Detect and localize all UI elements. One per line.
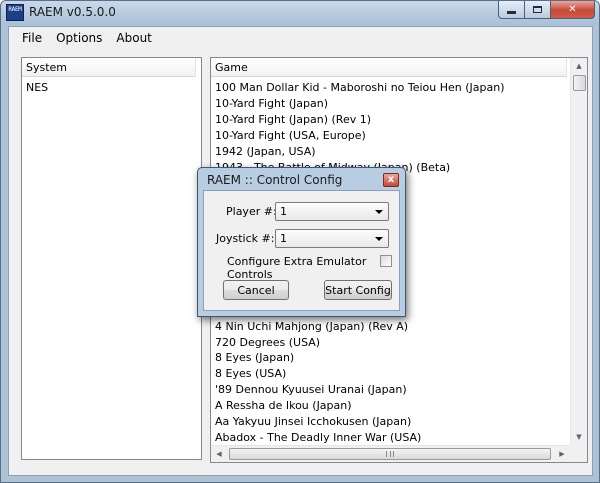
close-button[interactable]: ✕ <box>551 1 595 19</box>
horizontal-scroll-thumb[interactable] <box>229 448 551 460</box>
chevron-down-icon <box>375 237 383 241</box>
joystick-select-value: 1 <box>280 232 287 245</box>
minimize-button[interactable] <box>498 1 525 19</box>
system-list[interactable]: System NES <box>21 57 202 460</box>
cancel-button[interactable]: Cancel <box>223 280 289 300</box>
player-select[interactable]: 1 <box>275 202 389 221</box>
table-row[interactable]: 4 Nin Uchi Mahjong (Japan) (Rev A) <box>215 319 565 335</box>
table-row[interactable]: 8 Eyes (Japan) <box>215 350 565 366</box>
table-row[interactable]: A Ressha de Ikou (Japan) <box>215 398 565 414</box>
chevron-down-icon <box>375 210 383 214</box>
main-window: RAEM RAEM v0.5.0.0 ✕ File Options About … <box>0 0 600 483</box>
list-item[interactable]: NES <box>26 80 48 96</box>
menu-file[interactable]: File <box>15 27 49 49</box>
joystick-select[interactable]: 1 <box>275 229 389 248</box>
system-column-header[interactable]: System <box>22 58 196 77</box>
scroll-right-icon[interactable]: ▶ <box>554 446 570 462</box>
scroll-up-icon[interactable]: ▲ <box>571 58 587 74</box>
app-icon[interactable]: RAEM <box>6 4 24 21</box>
grip-icon <box>386 451 394 457</box>
dialog-close-button[interactable]: x <box>383 173 399 187</box>
menu-options[interactable]: Options <box>49 27 109 49</box>
app-icon-text: RAEM <box>8 6 22 13</box>
maximize-icon <box>533 6 542 13</box>
close-icon: ✕ <box>568 4 577 15</box>
table-row[interactable]: 8 Eyes (USA) <box>215 366 565 382</box>
control-config-dialog: RAEM :: Control Config x Player #: 1 Joy… <box>197 167 406 317</box>
vertical-scroll-thumb[interactable] <box>573 75 586 91</box>
table-row[interactable]: 10-Yard Fight (USA, Europe) <box>215 128 565 144</box>
table-row[interactable]: Aa Yakyuu Jinsei Icchokusen (Japan) <box>215 414 565 430</box>
table-row[interactable]: 100 Man Dollar Kid - Maboroshi no Teiou … <box>215 80 565 96</box>
game-column-header[interactable]: Game <box>211 58 567 77</box>
minimize-icon <box>507 10 516 14</box>
window-controls: ✕ <box>498 1 595 19</box>
menu-about[interactable]: About <box>109 27 158 49</box>
table-row[interactable]: 1942 (Japan, USA) <box>215 144 565 160</box>
scroll-corner <box>570 445 587 462</box>
scroll-left-icon[interactable]: ◀ <box>211 446 227 462</box>
extra-controls-label: Configure Extra Emulator Controls <box>227 255 367 281</box>
system-items: NES <box>26 80 48 96</box>
table-row[interactable]: 10-Yard Fight (Japan) <box>215 96 565 112</box>
table-row[interactable]: 720 Degrees (USA) <box>215 335 565 351</box>
extra-controls-checkbox[interactable] <box>380 255 392 267</box>
table-row[interactable]: Abadox - The Deadly Inner War (USA) <box>215 430 565 444</box>
maximize-button[interactable] <box>525 1 551 19</box>
game-horizontal-scrollbar[interactable]: ◀ ▶ <box>211 445 570 462</box>
dialog-body: Player #: 1 Joystick #: 1 Configure Extr… <box>203 190 400 311</box>
start-config-button[interactable]: Start Config <box>324 280 392 300</box>
scroll-down-icon[interactable]: ▼ <box>571 429 587 445</box>
menu-bar: File Options About <box>9 27 592 49</box>
table-row[interactable]: '89 Dennou Kyuusei Uranai (Japan) <box>215 382 565 398</box>
player-select-value: 1 <box>280 205 287 218</box>
game-vertical-scrollbar[interactable]: ▲ ▼ <box>570 58 587 445</box>
player-label: Player #: <box>226 205 277 218</box>
window-title: RAEM v0.5.0.0 <box>29 5 116 19</box>
title-bar[interactable]: RAEM RAEM v0.5.0.0 ✕ <box>1 1 599 25</box>
table-row[interactable]: 10-Yard Fight (Japan) (Rev 1) <box>215 112 565 128</box>
close-icon: x <box>387 174 395 185</box>
dialog-title: RAEM :: Control Config <box>207 173 343 187</box>
joystick-label: Joystick #: <box>216 232 275 245</box>
